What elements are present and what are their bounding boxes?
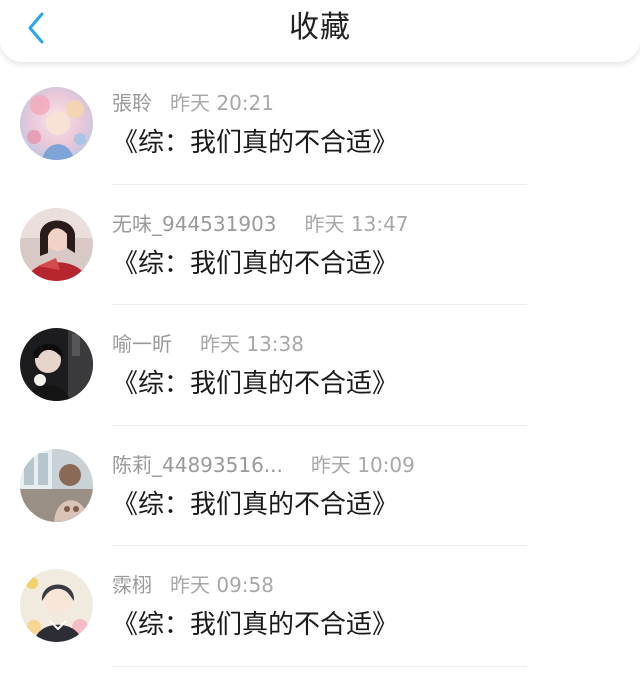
page-title: 收藏 xyxy=(289,10,351,45)
list-item[interactable]: 喻一昕 昨天 13:38 《综：我们真的不合适》 xyxy=(0,305,640,426)
favorite-title[interactable]: 《综：我们真的不合适》 xyxy=(112,488,398,522)
top-bar: 收藏 xyxy=(0,0,640,62)
favorite-title[interactable]: 《综：我们真的不合适》 xyxy=(112,367,398,401)
item-meta: 喻一昕 昨天 13:38 xyxy=(112,331,304,357)
username[interactable]: 喻一昕 xyxy=(112,332,172,356)
avatar[interactable] xyxy=(20,448,93,522)
item-meta: 陈莉_44893516... 昨天 10:09 xyxy=(112,452,415,478)
divider xyxy=(112,665,527,667)
item-meta: 張聆 昨天 20:21 xyxy=(112,90,274,116)
username[interactable]: 无味_944531903 xyxy=(112,212,277,236)
timestamp: 昨天 10:09 xyxy=(310,452,415,477)
list-item[interactable]: 陈莉_44893516... 昨天 10:09 《综：我们真的不合适》 xyxy=(0,426,640,546)
avatar[interactable] xyxy=(20,328,93,401)
avatar[interactable] xyxy=(20,87,93,160)
favorite-title[interactable]: 《综：我们真的不合适》 xyxy=(112,126,398,160)
avatar[interactable] xyxy=(20,207,93,281)
item-meta: 无味_944531903 昨天 13:47 xyxy=(112,211,409,237)
avatar[interactable] xyxy=(20,569,93,642)
item-meta: 霂栩 昨天 09:58 xyxy=(112,572,274,598)
timestamp: 昨天 09:58 xyxy=(170,573,274,597)
favorite-title[interactable]: 《综：我们真的不合适》 xyxy=(112,247,398,281)
timestamp: 昨天 13:47 xyxy=(304,211,409,236)
username[interactable]: 霂栩 xyxy=(112,573,152,597)
favorites-list: 張聆 昨天 20:21 《综：我们真的不合适》 无味_944531903 昨天 13… xyxy=(0,64,640,667)
favorite-title[interactable]: 《综：我们真的不合适》 xyxy=(112,608,398,642)
username[interactable]: 陈莉_44893516... xyxy=(112,453,283,477)
timestamp: 昨天 20:21 xyxy=(170,91,274,115)
list-item[interactable]: 无味_944531903 昨天 13:47 《综：我们真的不合适》 xyxy=(0,185,640,305)
list-item[interactable]: 張聆 昨天 20:21 《综：我们真的不合适》 xyxy=(0,64,640,185)
list-item[interactable]: 霂栩 昨天 09:58 《综：我们真的不合适》 xyxy=(0,546,640,667)
username[interactable]: 張聆 xyxy=(112,91,152,115)
timestamp: 昨天 13:38 xyxy=(200,332,304,356)
